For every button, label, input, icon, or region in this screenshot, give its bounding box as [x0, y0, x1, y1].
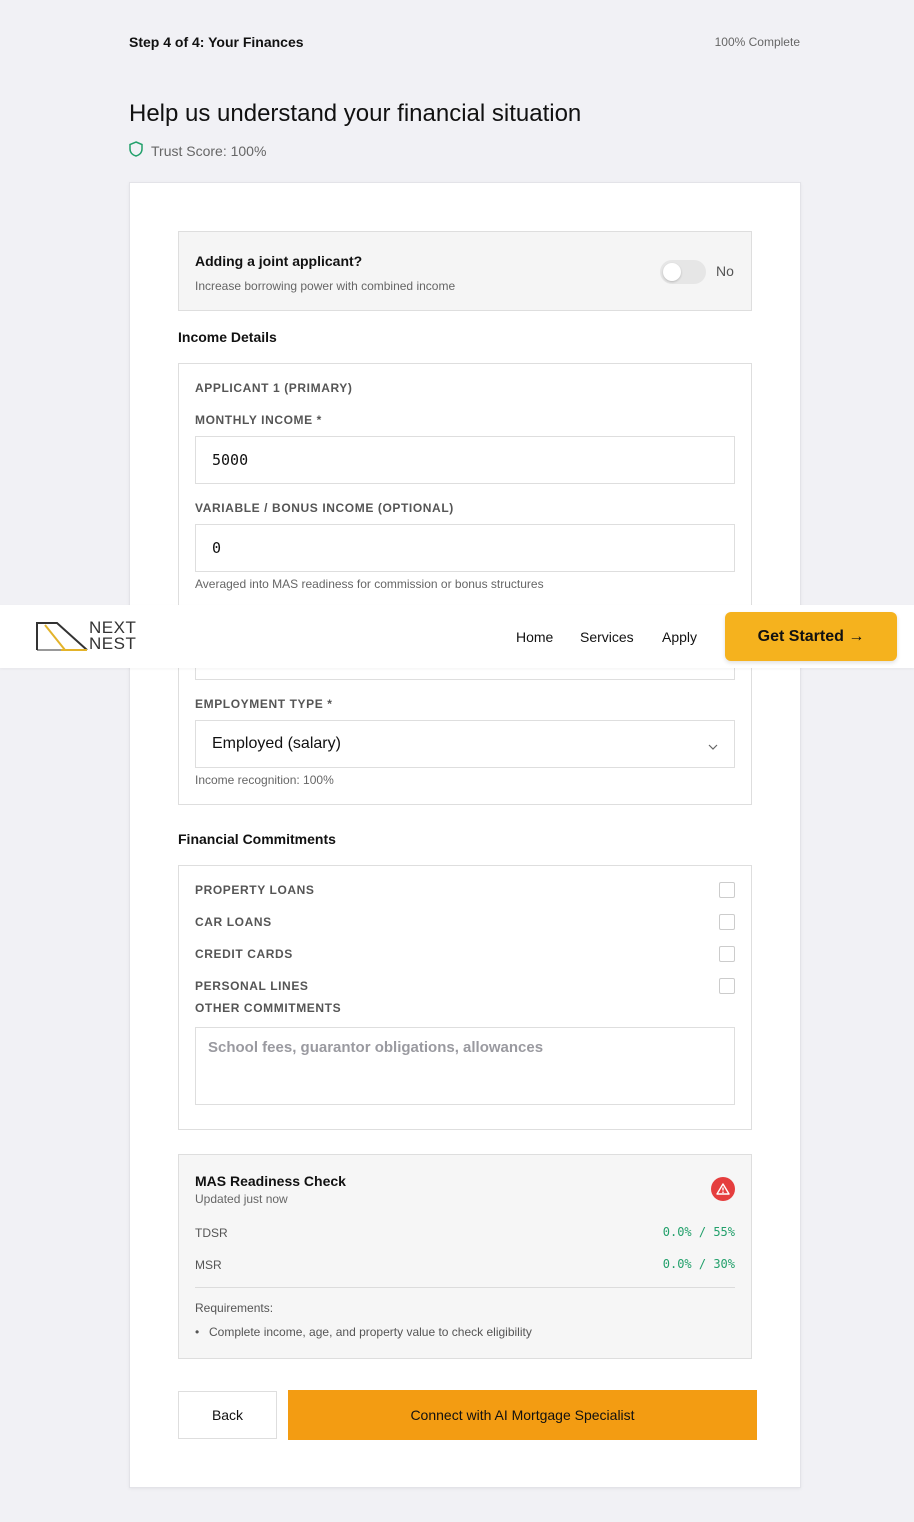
nav-link-home[interactable]: Home — [516, 629, 553, 645]
connect-specialist-button[interactable]: Connect with AI Mortgage Specialist — [288, 1390, 757, 1440]
tdsr-label: TDSR — [195, 1226, 228, 1240]
applicant-label: APPLICANT 1 (PRIMARY) — [195, 381, 353, 395]
logo[interactable]: NEXT NEST — [35, 619, 136, 653]
logo-wordmark: NEXT NEST — [89, 619, 137, 653]
variable-income-input[interactable]: 0 — [195, 524, 735, 572]
logo-line-2: NEST — [89, 634, 137, 653]
logo-mark-icon — [36, 622, 88, 651]
requirement-item: • Complete income, age, and property valu… — [195, 1325, 532, 1339]
commitments-section-title: Financial Commitments — [178, 831, 336, 847]
page-title: Help us understand your financial situat… — [129, 100, 582, 127]
commitment-checkbox-car[interactable] — [719, 914, 735, 930]
commitment-label-car: CAR LOANS — [195, 915, 272, 929]
joint-applicant-title: Adding a joint applicant? — [195, 253, 363, 269]
tdsr-value: 0.0% / 55% — [662, 1225, 735, 1239]
joint-applicant-toggle[interactable] — [660, 260, 706, 284]
variable-income-label: VARIABLE / BONUS INCOME (OPTIONAL) — [195, 501, 454, 515]
mas-title: MAS Readiness Check — [195, 1173, 346, 1189]
commitment-label-credit: CREDIT CARDS — [195, 947, 293, 961]
variable-income-help: Averaged into MAS readiness for commissi… — [195, 577, 544, 591]
warning-icon — [711, 1177, 735, 1201]
other-commitments-label: OTHER COMMITMENTS — [195, 1001, 342, 1015]
progress-percent: 100% Complete — [714, 35, 800, 49]
commitments-box: PROPERTY LOANS CAR LOANS CREDIT CARDS PE… — [178, 865, 752, 1130]
nav-link-apply[interactable]: Apply — [662, 629, 697, 645]
other-commitments-textarea[interactable]: School fees, guarantor obligations, allo… — [195, 1027, 735, 1105]
employment-type-value: Employed (salary) — [212, 735, 341, 752]
monthly-income-input[interactable]: 5000 — [195, 436, 735, 484]
back-button[interactable]: Back — [178, 1391, 277, 1439]
joint-applicant-panel: Adding a joint applicant? Increase borro… — [178, 231, 752, 311]
commitment-label-personal: PERSONAL LINES — [195, 979, 309, 993]
step-label: Step 4 of 4: Your Finances — [129, 34, 304, 50]
chevron-down-icon — [708, 739, 718, 750]
income-section-title: Income Details — [178, 329, 277, 345]
commitment-checkbox-property[interactable] — [719, 882, 735, 898]
mas-updated: Updated just now — [195, 1192, 288, 1206]
income-recognition: Income recognition: 100% — [195, 773, 334, 787]
trust-score: Trust Score: 100% — [129, 141, 266, 160]
commitment-checkbox-credit[interactable] — [719, 946, 735, 962]
requirements-label: Requirements: — [195, 1301, 274, 1315]
joint-applicant-subtitle: Increase borrowing power with combined i… — [195, 279, 456, 293]
mas-divider — [195, 1287, 735, 1288]
top-navbar: NEXT NEST Home Services Apply Get Starte… — [0, 605, 914, 668]
get-started-button[interactable]: Get Started → — [725, 612, 897, 661]
msr-label: MSR — [195, 1258, 222, 1272]
shield-icon — [129, 141, 143, 160]
income-box: APPLICANT 1 (PRIMARY) MONTHLY INCOME * 5… — [178, 363, 752, 805]
joint-applicant-toggle-label: No — [716, 263, 734, 279]
employment-type-label: EMPLOYMENT TYPE * — [195, 697, 333, 711]
nav-link-services[interactable]: Services — [580, 629, 634, 645]
trust-score-text: Trust Score: 100% — [151, 142, 267, 159]
commitment-checkbox-personal[interactable] — [719, 978, 735, 994]
mas-readiness-panel: MAS Readiness Check Updated just now TDS… — [178, 1154, 752, 1359]
employment-type-select[interactable]: Employed (salary) — [195, 720, 735, 768]
commitment-label-property: PROPERTY LOANS — [195, 883, 315, 897]
monthly-income-label: MONTHLY INCOME * — [195, 413, 322, 427]
requirement-text: Complete income, age, and property value… — [209, 1325, 532, 1339]
msr-value: 0.0% / 30% — [662, 1257, 735, 1271]
